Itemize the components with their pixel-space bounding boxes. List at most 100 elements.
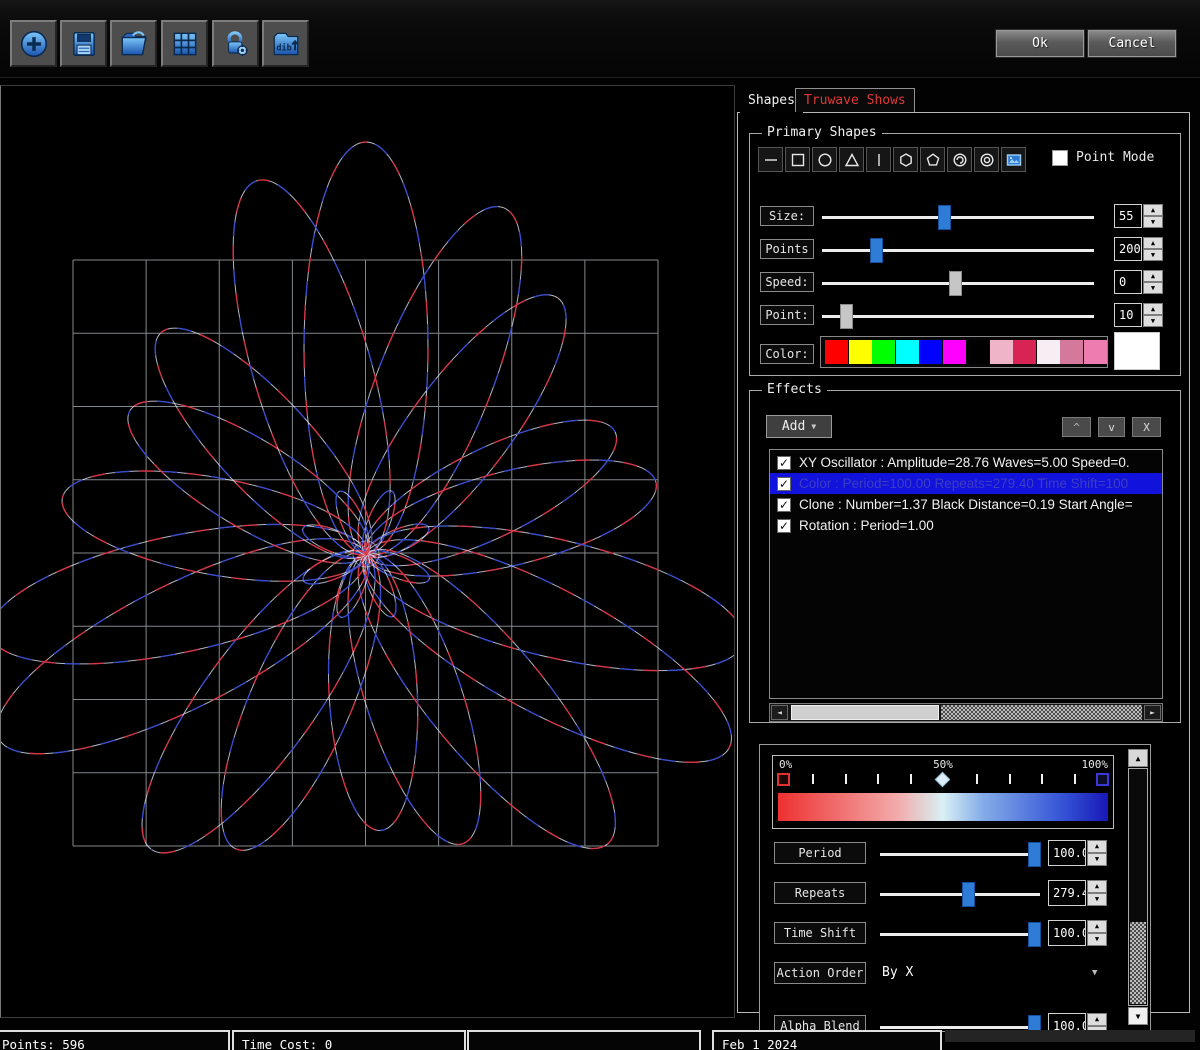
palette-swatch-8[interactable] bbox=[1013, 340, 1036, 364]
fx-alpha-blend-slider[interactable] bbox=[880, 1026, 1040, 1029]
effect-item-3[interactable]: Rotation : Period=1.00 bbox=[770, 515, 1162, 536]
palette-swatch-10[interactable] bbox=[1060, 340, 1083, 364]
palette-swatch-1[interactable] bbox=[849, 340, 872, 364]
gradient-editor[interactable]: 0% 50% 100% bbox=[772, 755, 1114, 829]
palette-swatch-3[interactable] bbox=[896, 340, 919, 364]
shape-button-circle[interactable] bbox=[812, 147, 837, 172]
param-size-value[interactable]: 55 bbox=[1114, 204, 1142, 228]
fx-time-shift-slider-thumb[interactable] bbox=[1028, 922, 1041, 947]
effect-checkbox-2[interactable] bbox=[777, 498, 791, 512]
open-button[interactable] bbox=[110, 20, 157, 67]
param-speed-slider[interactable] bbox=[822, 282, 1094, 285]
ok-button[interactable]: Ok bbox=[996, 30, 1084, 57]
effect-delete-button[interactable]: X bbox=[1132, 417, 1161, 437]
editor-vscrollbar[interactable]: ▲ ▼ bbox=[1128, 749, 1148, 1025]
shape-button-hexagon[interactable] bbox=[893, 147, 918, 172]
fx-repeats-slider-thumb[interactable] bbox=[962, 882, 975, 907]
palette-swatch-9[interactable] bbox=[1037, 340, 1060, 364]
dib-export-button[interactable]: dib bbox=[262, 20, 309, 67]
effect-item-0[interactable]: XY Oscillator : Amplitude=28.76 Waves=5.… bbox=[770, 452, 1162, 473]
fx-repeats-slider[interactable] bbox=[880, 893, 1040, 896]
effect-checkbox-3[interactable] bbox=[777, 519, 791, 533]
dropdown-arrow-icon[interactable]: ▼ bbox=[1092, 968, 1097, 978]
fx-action-order-value[interactable]: By X bbox=[882, 965, 913, 980]
spin-up-icon[interactable]: ▲ bbox=[1143, 270, 1163, 282]
vscroll-thumb[interactable] bbox=[1130, 922, 1146, 1004]
spin-down-icon[interactable]: ▼ bbox=[1143, 249, 1163, 261]
gradient-bar[interactable] bbox=[778, 793, 1108, 821]
fx-period-slider-thumb[interactable] bbox=[1028, 842, 1041, 867]
spin-up-icon[interactable]: ▲ bbox=[1143, 237, 1163, 249]
grid-button[interactable] bbox=[161, 20, 208, 67]
effect-item-2[interactable]: Clone : Number=1.37 Black Distance=0.19 … bbox=[770, 494, 1162, 515]
effect-checkbox-1[interactable] bbox=[777, 477, 791, 491]
spin-down-icon[interactable]: ▼ bbox=[1143, 315, 1163, 327]
param-points-value[interactable]: 200 bbox=[1114, 237, 1142, 261]
shape-button-rings[interactable] bbox=[974, 147, 999, 172]
param-speed-slider-thumb[interactable] bbox=[949, 271, 962, 296]
palette-swatch-6[interactable] bbox=[966, 340, 989, 364]
spin-up-icon[interactable]: ▲ bbox=[1087, 880, 1107, 893]
fx-period-slider[interactable] bbox=[880, 853, 1040, 856]
fx-repeats-value[interactable]: 279.4 bbox=[1048, 880, 1086, 906]
param-points-slider-thumb[interactable] bbox=[870, 238, 883, 263]
spin-down-icon[interactable]: ▼ bbox=[1087, 933, 1107, 946]
point-mode-checkbox[interactable] bbox=[1052, 150, 1068, 166]
current-color-swatch[interactable] bbox=[1114, 332, 1160, 370]
palette-swatch-5[interactable] bbox=[943, 340, 966, 364]
scroll-right-icon[interactable]: ► bbox=[1144, 705, 1161, 720]
effect-move-up-button[interactable]: ^ bbox=[1062, 417, 1091, 437]
effect-checkbox-0[interactable] bbox=[777, 456, 791, 470]
fx-time-shift-value[interactable]: 100.0 bbox=[1048, 920, 1086, 946]
shape-button-dash[interactable] bbox=[758, 147, 783, 172]
shape-button-square[interactable] bbox=[785, 147, 810, 172]
palette-swatch-4[interactable] bbox=[919, 340, 942, 364]
spin-down-icon[interactable]: ▼ bbox=[1087, 853, 1107, 866]
fx-time-shift-slider[interactable] bbox=[880, 933, 1040, 936]
param-speed-value[interactable]: 0 bbox=[1114, 270, 1142, 294]
param-size-slider[interactable] bbox=[822, 216, 1094, 219]
add-effect-button[interactable]: Add ▼ bbox=[766, 415, 832, 438]
spin-up-icon[interactable]: ▲ bbox=[1087, 920, 1107, 933]
param-point-value[interactable]: 10 bbox=[1114, 303, 1142, 327]
param-size-slider-thumb[interactable] bbox=[938, 205, 951, 230]
palette-swatch-11[interactable] bbox=[1084, 340, 1107, 364]
effect-move-down-button[interactable]: v bbox=[1098, 417, 1125, 437]
cancel-button[interactable]: Cancel bbox=[1088, 30, 1176, 57]
hscroll-track[interactable] bbox=[941, 705, 1142, 720]
gradient-stop-end[interactable] bbox=[1096, 773, 1109, 786]
shape-button-pentagon[interactable] bbox=[920, 147, 945, 172]
tab-truwave-shows[interactable]: Truwave Shows bbox=[795, 88, 915, 113]
palette-swatch-7[interactable] bbox=[990, 340, 1013, 364]
palette-swatch-2[interactable] bbox=[872, 340, 895, 364]
spin-down-icon[interactable]: ▼ bbox=[1143, 282, 1163, 294]
tab-shapes[interactable]: Shapes bbox=[740, 88, 803, 113]
gradient-stop-start[interactable] bbox=[777, 773, 790, 786]
new-button[interactable] bbox=[10, 20, 57, 67]
spin-up-icon[interactable]: ▲ bbox=[1087, 1013, 1107, 1026]
spin-down-icon[interactable]: ▼ bbox=[1143, 216, 1163, 228]
vscroll-track[interactable] bbox=[1128, 768, 1148, 1006]
shape-button-image[interactable] bbox=[1001, 147, 1026, 172]
scroll-left-icon[interactable]: ◄ bbox=[771, 705, 788, 720]
scroll-down-icon[interactable]: ▼ bbox=[1128, 1007, 1148, 1025]
spin-up-icon[interactable]: ▲ bbox=[1143, 303, 1163, 315]
hscroll-thumb[interactable] bbox=[791, 705, 939, 720]
palette-swatch-0[interactable] bbox=[825, 340, 848, 364]
preview-canvas[interactable] bbox=[0, 85, 735, 1018]
effect-item-1[interactable]: Color : Period=100.00 Repeats=279.40 Tim… bbox=[770, 473, 1162, 494]
param-point-slider[interactable] bbox=[822, 315, 1094, 318]
security-button[interactable] bbox=[212, 20, 259, 67]
effects-hscrollbar[interactable]: ◄ ► bbox=[769, 703, 1163, 722]
param-point-slider-thumb[interactable] bbox=[840, 304, 853, 329]
spin-down-icon[interactable]: ▼ bbox=[1087, 893, 1107, 906]
fx-period-value[interactable]: 100.0 bbox=[1048, 840, 1086, 866]
param-points-slider[interactable] bbox=[822, 249, 1094, 252]
scroll-up-icon[interactable]: ▲ bbox=[1128, 749, 1148, 767]
save-button[interactable] bbox=[60, 20, 107, 67]
shape-button-spiral[interactable] bbox=[947, 147, 972, 172]
effects-list[interactable]: XY Oscillator : Amplitude=28.76 Waves=5.… bbox=[769, 449, 1163, 699]
shape-button-triangle[interactable] bbox=[839, 147, 864, 172]
spin-up-icon[interactable]: ▲ bbox=[1087, 840, 1107, 853]
shape-button-vertical-line[interactable] bbox=[866, 147, 891, 172]
